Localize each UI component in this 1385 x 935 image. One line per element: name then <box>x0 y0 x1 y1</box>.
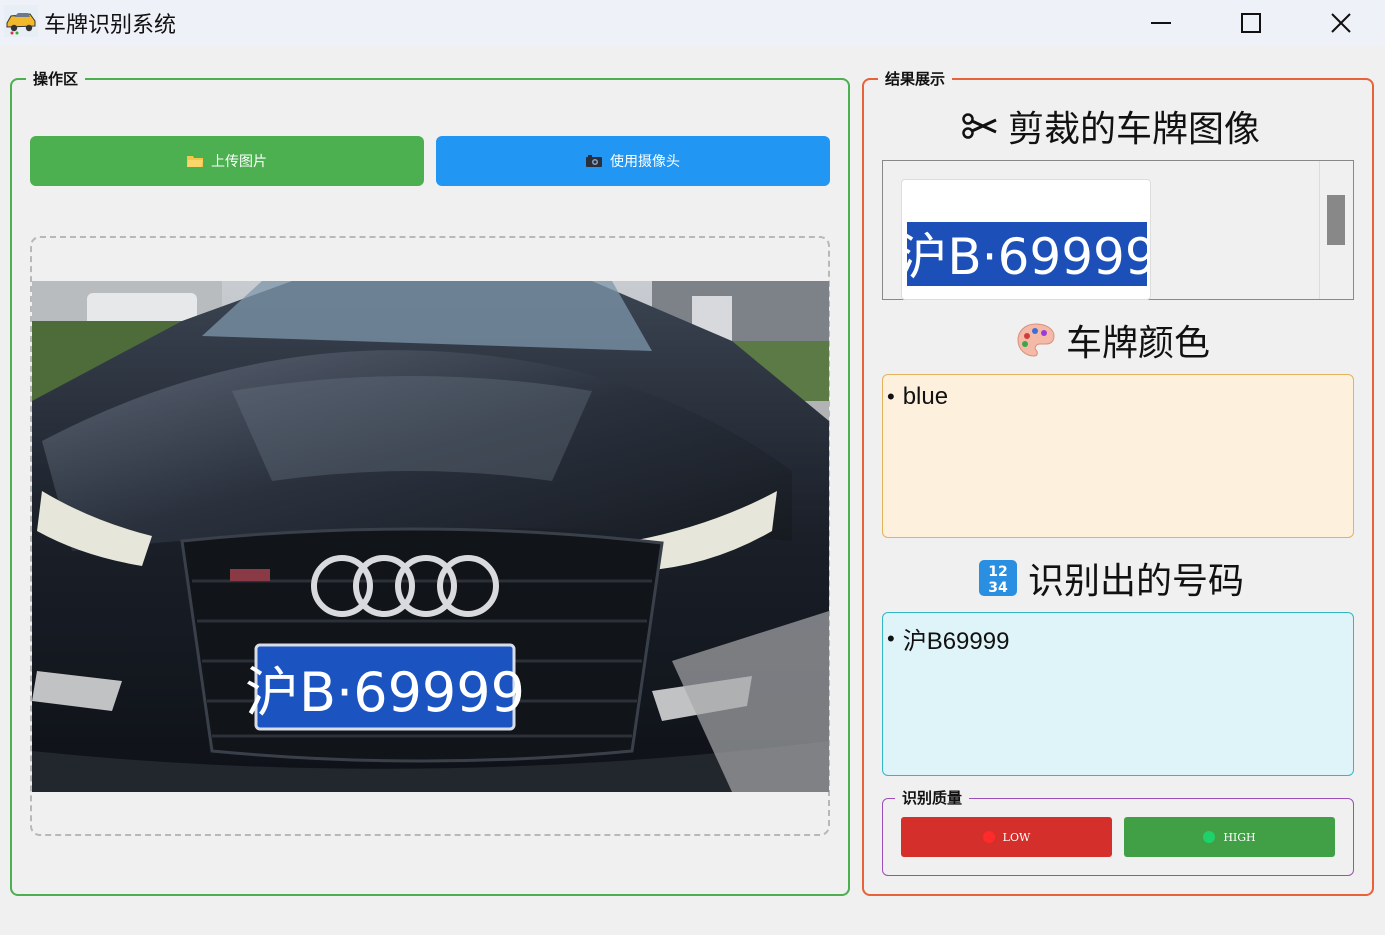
upload-image-button[interactable]: 上传图片 <box>30 136 424 186</box>
car-plate-text: 沪B·69999 <box>245 661 525 724</box>
quality-low-label: LOW <box>1002 830 1031 844</box>
operation-area-legend: 操作区 <box>26 69 86 89</box>
cropped-plate-title: 剪裁的车牌图像 <box>962 100 1260 152</box>
uploaded-car-image: 沪B·69999 <box>32 281 829 792</box>
quality-low-button[interactable]: LOW <box>901 817 1112 857</box>
plate-color-list: • blue <box>882 374 1354 538</box>
minimize-icon <box>1151 22 1171 24</box>
list-item: • blue <box>887 383 1349 411</box>
green-dot-icon <box>1203 831 1216 843</box>
recognized-number-title-text: 识别出的号码 <box>1028 561 1245 602</box>
cropped-plate-title-text: 剪裁的车牌图像 <box>1008 109 1261 150</box>
recognition-quality-legend: 识别质量 <box>895 788 970 808</box>
close-icon <box>1331 13 1351 33</box>
bullet: • <box>887 384 895 409</box>
recognized-number-list: • 沪B69999 <box>882 612 1354 776</box>
window-title: 车牌识别系统 <box>44 13 177 38</box>
scissors-icon <box>962 113 997 139</box>
numbers-icon: 12 34 <box>979 560 1017 596</box>
list-item: • 沪B69999 <box>887 621 1349 656</box>
title-bar: 车牌识别系统 <box>0 0 1385 46</box>
cropped-plate-card: 沪B·69999 <box>901 179 1151 300</box>
bullet: • <box>887 625 895 651</box>
quality-high-button[interactable]: HIGH <box>1124 817 1335 857</box>
close-button[interactable] <box>1296 0 1385 46</box>
maximize-icon <box>1241 13 1261 33</box>
minimize-button[interactable] <box>1116 0 1206 46</box>
recognized-number-title: 12 34 识别出的号码 <box>978 552 1244 604</box>
car-icon <box>4 5 38 37</box>
recognized-number-value: 沪B69999 <box>902 628 1010 655</box>
cropped-plate-text: 沪B·69999 <box>907 228 1147 286</box>
maximize-button[interactable] <box>1206 0 1296 46</box>
camera-icon <box>586 155 602 167</box>
results-legend: 结果展示 <box>878 69 953 89</box>
svg-text:34: 34 <box>988 580 1008 596</box>
upload-image-label: 上传图片 <box>211 154 267 170</box>
svg-text:12: 12 <box>988 564 1007 580</box>
plate-color-value: blue <box>902 383 949 410</box>
red-dot-icon <box>982 831 995 843</box>
cropped-plate-image: 沪B·69999 <box>907 222 1147 286</box>
use-camera-button[interactable]: 使用摄像头 <box>436 136 830 186</box>
crop-scrollbar-thumb[interactable] <box>1327 195 1345 245</box>
use-camera-label: 使用摄像头 <box>610 154 680 170</box>
plate-color-title: 车牌颜色 <box>1016 314 1210 366</box>
plate-color-title-text: 车牌颜色 <box>1066 323 1211 364</box>
quality-high-label: HIGH <box>1223 830 1256 844</box>
palette-icon <box>1017 323 1055 357</box>
folder-icon <box>187 156 203 167</box>
